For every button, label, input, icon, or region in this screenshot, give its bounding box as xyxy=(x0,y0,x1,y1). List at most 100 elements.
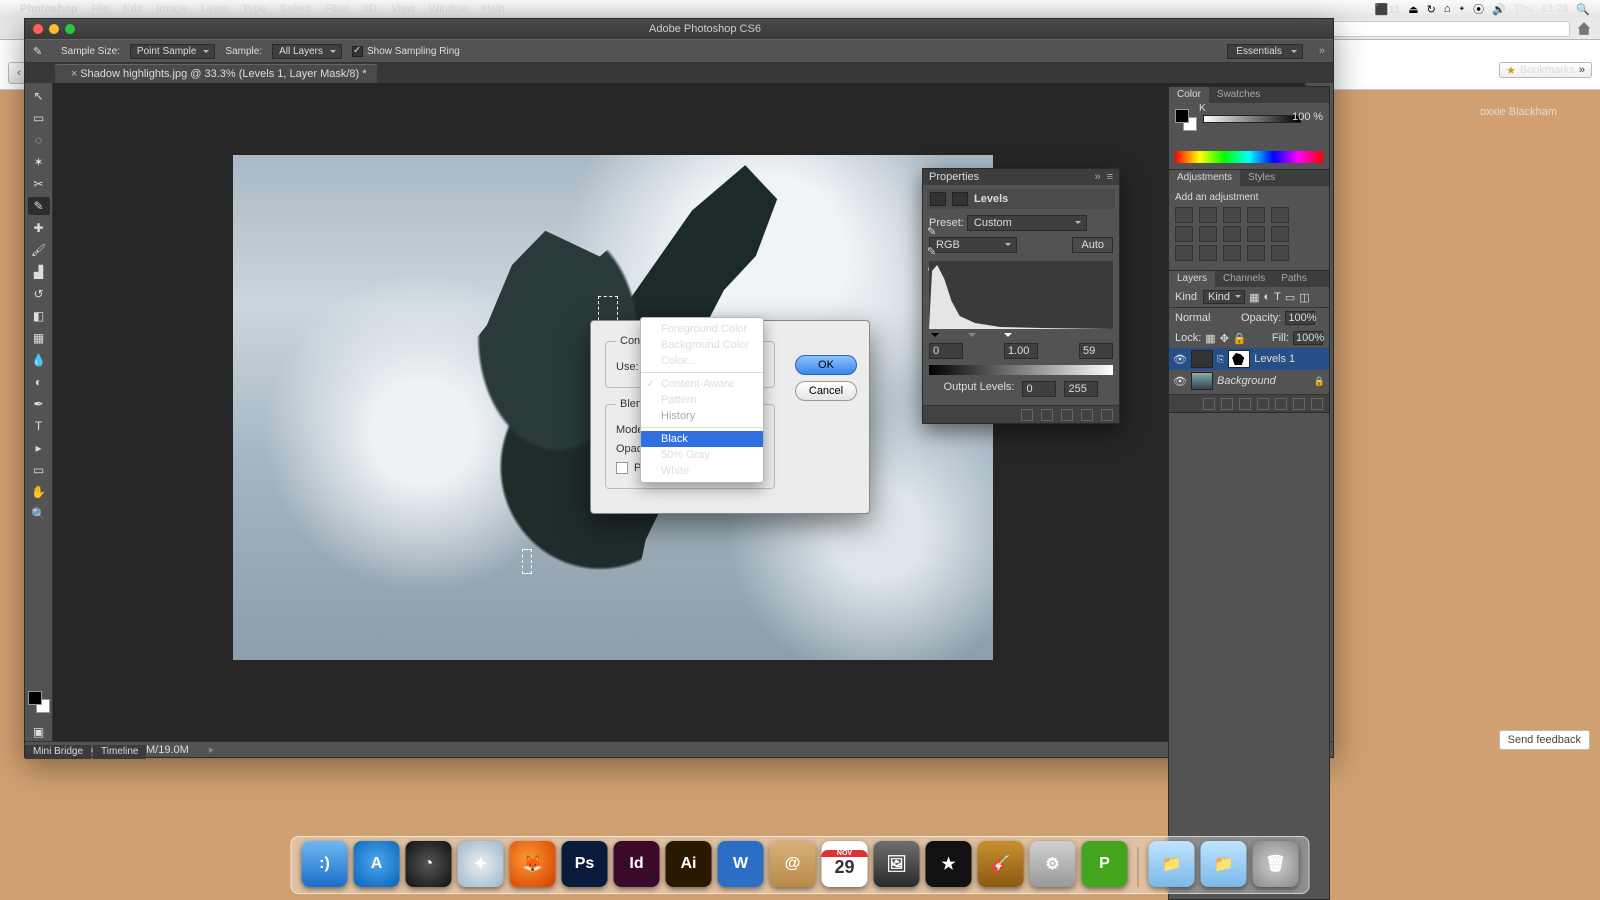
hand-tool[interactable]: ✋ xyxy=(28,483,50,501)
dropdown-option-pattern[interactable]: Pattern xyxy=(641,392,763,408)
marquee-tool[interactable]: ▭ xyxy=(28,109,50,127)
preset-select[interactable]: Custom xyxy=(967,215,1087,231)
channel-select[interactable]: RGB xyxy=(929,237,1017,253)
creative-cloud-icon[interactable]: ⬛11 xyxy=(1375,3,1400,16)
collapse-properties-icon[interactable]: » xyxy=(1094,171,1100,183)
layer-name[interactable]: Levels 1 xyxy=(1254,353,1295,365)
menu-type[interactable]: Type xyxy=(242,3,266,15)
new-group-icon[interactable] xyxy=(1275,398,1287,410)
output-black-field[interactable]: 0 xyxy=(1022,381,1056,397)
filter-smart-icon[interactable]: ◫ xyxy=(1299,291,1309,304)
zoom-tool[interactable]: 🔍 xyxy=(28,505,50,523)
menu-layer[interactable]: Layer xyxy=(201,3,229,15)
adj-channel-mixer-icon[interactable] xyxy=(1247,226,1265,242)
dock-finder[interactable]: :) xyxy=(302,841,348,887)
histogram[interactable] xyxy=(929,261,1113,329)
menu-filter[interactable]: Filter xyxy=(325,3,349,15)
adj-hue-icon[interactable] xyxy=(1175,226,1193,242)
dropdown-option-foreground[interactable]: Foreground Color xyxy=(641,321,763,337)
app-menu[interactable]: Photoshop xyxy=(20,3,77,15)
dock-apps-folder[interactable]: 📁 xyxy=(1149,841,1195,887)
output-white-field[interactable]: 255 xyxy=(1064,381,1098,397)
time-machine-icon[interactable]: ↻ xyxy=(1427,3,1436,16)
dodge-tool[interactable]: ◐ xyxy=(28,373,50,391)
layer-item-background[interactable]: 👁 Background 🔒 xyxy=(1169,370,1329,392)
menu-help[interactable]: Help xyxy=(482,3,505,15)
sample-size-select[interactable]: Point Sample xyxy=(130,44,215,59)
swatches-tab[interactable]: Swatches xyxy=(1209,87,1268,103)
dock-dashboard[interactable]: ◔ xyxy=(406,841,452,887)
move-tool[interactable]: ↖ xyxy=(28,87,50,105)
bluetooth-icon[interactable]: ᛭ xyxy=(1458,3,1465,15)
screen-mode-button[interactable]: ▣ xyxy=(28,723,50,741)
adj-invert-icon[interactable] xyxy=(1175,245,1193,261)
adj-posterize-icon[interactable] xyxy=(1199,245,1217,261)
collapse-panels-icon[interactable]: » xyxy=(1319,45,1325,57)
filter-type-icon[interactable]: T xyxy=(1274,291,1281,303)
send-feedback-button[interactable]: Send feedback xyxy=(1499,730,1590,750)
mini-bridge-tab[interactable]: Mini Bridge xyxy=(25,745,91,759)
delete-layer-icon[interactable] xyxy=(1311,398,1323,410)
pen-tool[interactable]: ✒ xyxy=(28,395,50,413)
foreground-background-swatch[interactable] xyxy=(28,691,50,713)
layer-name[interactable]: Background xyxy=(1217,375,1276,387)
filter-pixel-icon[interactable]: ▦ xyxy=(1249,291,1259,304)
eyedropper-tool[interactable]: ✎ xyxy=(28,197,50,215)
dropdown-option-content-aware[interactable]: Content-Aware xyxy=(641,376,763,392)
dropdown-option-white[interactable]: White xyxy=(641,463,763,479)
filter-adjust-icon[interactable]: ◐ xyxy=(1263,291,1270,303)
adj-curves-icon[interactable] xyxy=(1223,207,1241,223)
panel-menu-icon[interactable]: ≡ xyxy=(1107,171,1113,183)
reset-icon[interactable] xyxy=(1061,409,1073,421)
gradient-tool[interactable]: ▦ xyxy=(28,329,50,347)
sample-select[interactable]: All Layers xyxy=(272,44,342,59)
dock-word[interactable]: W xyxy=(718,841,764,887)
menu-view[interactable]: View xyxy=(391,3,415,15)
visibility-toggle-icon[interactable]: 👁 xyxy=(1173,375,1187,387)
lock-position-icon[interactable]: ✥ xyxy=(1220,332,1229,345)
adj-selective-color-icon[interactable] xyxy=(1271,245,1289,261)
color-ramp[interactable] xyxy=(1175,151,1323,163)
adjustments-tab[interactable]: Adjustments xyxy=(1169,170,1240,186)
lasso-tool[interactable]: ◌ xyxy=(28,131,50,149)
menu-select[interactable]: Select xyxy=(280,3,311,15)
color-tab[interactable]: Color xyxy=(1169,87,1209,103)
dock-app-store[interactable]: A xyxy=(354,841,400,887)
spotlight-indicator-icon[interactable]: ⌂ xyxy=(1444,3,1451,15)
black-eyedropper-icon[interactable]: ✎ xyxy=(927,225,941,239)
show-sampling-ring-checkbox[interactable] xyxy=(352,46,363,57)
mask-icon[interactable] xyxy=(952,192,968,206)
k-value[interactable]: 100 xyxy=(1292,111,1310,123)
menu-edit[interactable]: Edit xyxy=(123,3,142,15)
layers-tab[interactable]: Layers xyxy=(1169,271,1215,287)
blend-mode-select[interactable]: Normal xyxy=(1175,312,1237,324)
input-black-field[interactable]: 0 xyxy=(929,343,963,359)
history-brush-tool[interactable]: ↺ xyxy=(28,285,50,303)
link-layers-icon[interactable] xyxy=(1203,398,1215,410)
adj-vibrance-icon[interactable] xyxy=(1271,207,1289,223)
dock-calendar[interactable]: NOV29 xyxy=(822,841,868,887)
gamma-slider[interactable] xyxy=(968,333,976,341)
menubar-extra-icon[interactable]: ⏏ xyxy=(1408,3,1418,16)
toggle-visibility-icon[interactable] xyxy=(1081,409,1093,421)
spotlight-icon[interactable]: 🔍 xyxy=(1576,3,1590,16)
adj-exposure-icon[interactable] xyxy=(1247,207,1265,223)
dropdown-option-color[interactable]: Color... xyxy=(641,353,763,369)
layer-opacity-value[interactable]: 100% xyxy=(1285,311,1315,325)
new-adjustment-icon[interactable] xyxy=(1257,398,1269,410)
fill-value[interactable]: 100% xyxy=(1293,331,1323,345)
crop-tool[interactable]: ✂ xyxy=(28,175,50,193)
layer-style-icon[interactable] xyxy=(1221,398,1233,410)
dock-photoshop[interactable]: Ps xyxy=(562,841,608,887)
view-previous-icon[interactable] xyxy=(1041,409,1053,421)
path-select-tool[interactable]: ▸ xyxy=(28,439,50,457)
auto-button[interactable]: Auto xyxy=(1072,237,1113,253)
shape-tool[interactable]: ▭ xyxy=(28,461,50,479)
adj-bw-icon[interactable] xyxy=(1199,226,1217,242)
menu-3d[interactable]: 3D xyxy=(363,3,377,15)
output-gradient[interactable] xyxy=(929,365,1113,375)
menu-image[interactable]: Image xyxy=(156,3,187,15)
layer-mask-thumb[interactable] xyxy=(1228,350,1250,368)
clip-to-layer-icon[interactable] xyxy=(1021,409,1033,421)
window-titlebar[interactable]: Adobe Photoshop CS6 xyxy=(25,19,1333,39)
